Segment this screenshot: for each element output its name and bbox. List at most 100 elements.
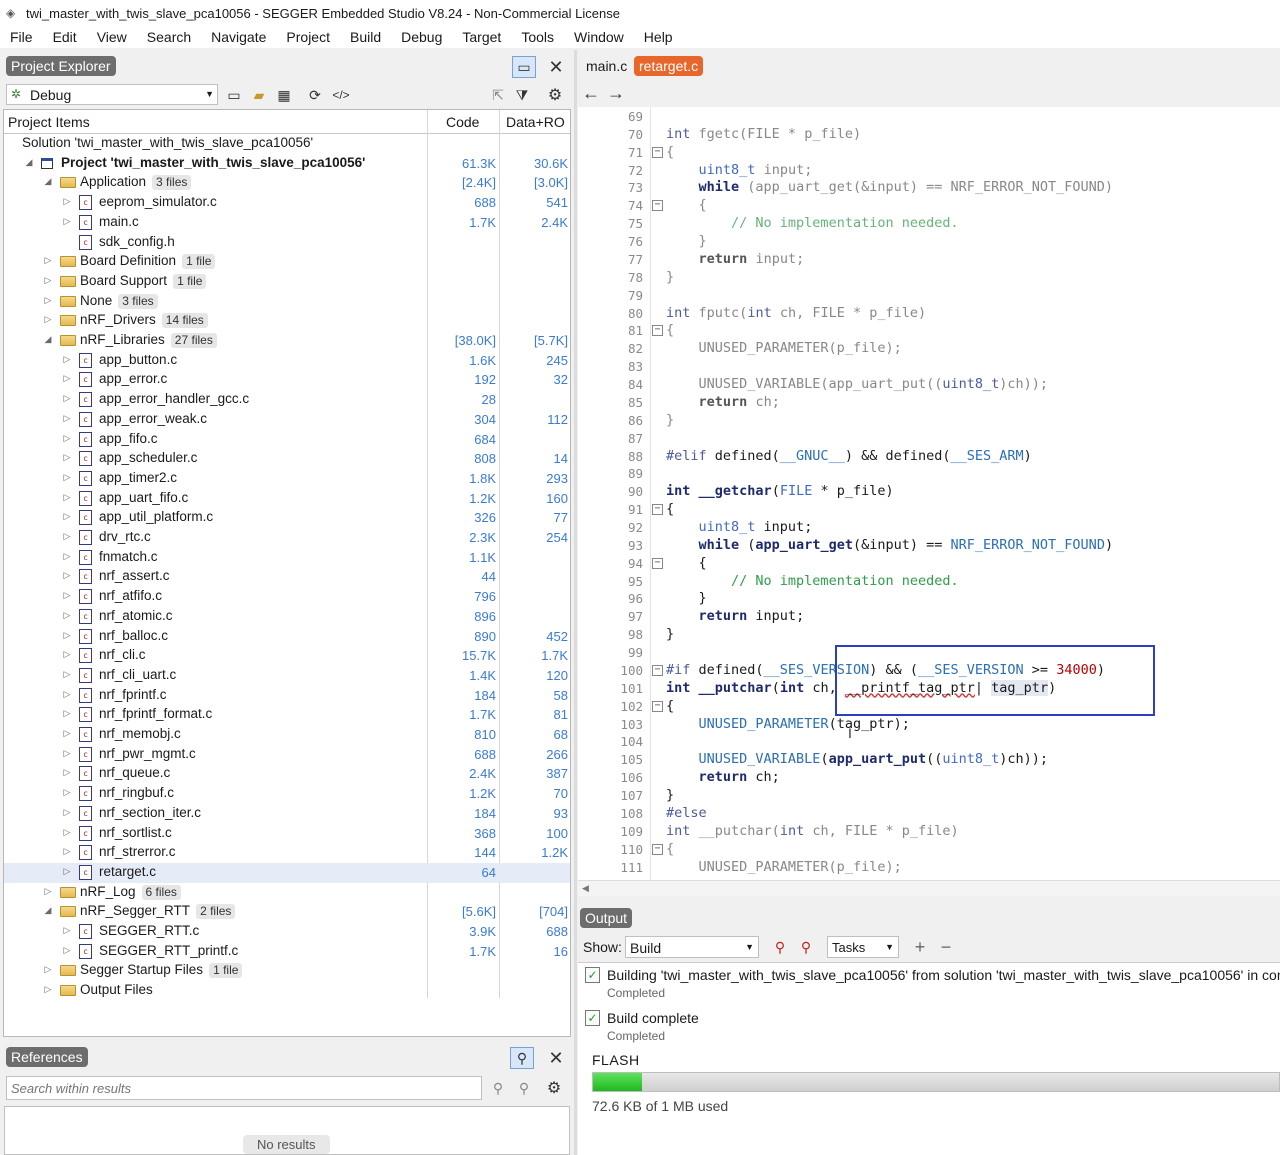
expand-arrow-icon[interactable]: ▷ [62,728,72,739]
menu-debug[interactable]: Debug [391,26,452,48]
expand-arrow-icon[interactable]: ▷ [62,433,72,444]
fold-toggle-icon[interactable]: − [652,664,663,676]
expand-arrow-icon[interactable]: ▷ [62,669,72,680]
references-search-input[interactable] [6,1076,482,1100]
code-line[interactable]: 77 return input; [578,251,1280,269]
code-line[interactable]: 96 } [578,590,1280,608]
tree-item[interactable]: ▷ None 3 files [4,292,570,312]
expand-arrow-icon[interactable]: ▷ [62,807,72,818]
tree-item[interactable]: ▷ Output Files [4,981,570,1001]
refresh-icon[interactable]: ⟳ [305,85,325,105]
expand-arrow-icon[interactable]: ▷ [62,373,72,384]
code-line[interactable]: 88 #elif defined(__GNUC__) && defined(__S… [578,448,1280,466]
settings-gear-icon[interactable]: ⚙ [545,85,565,105]
tree-item[interactable]: ▷ Board Support 1 file [4,272,570,292]
tree-item[interactable]: ▷ c nrf_section_iter.c 184 93 [4,804,570,824]
tree-item[interactable]: ▷ c fnmatch.c 1.1K [4,548,570,568]
code-line[interactable]: 84 UNUSED_VARIABLE(app_uart_put((uint8_t… [578,376,1280,394]
code-line[interactable]: 106 return ch; [578,769,1280,787]
scroll-left-icon[interactable]: ◀ [582,883,589,894]
collapse-arrow-icon[interactable]: ◢ [24,157,34,168]
expand-arrow-icon[interactable]: ▷ [62,393,72,404]
close-icon[interactable]: ✕ [546,57,566,77]
fold-toggle-icon[interactable]: − [652,325,663,337]
code-line[interactable]: 111 UNUSED_PARAMETER(p_file); [578,859,1280,877]
tree-item[interactable]: ▷ c nrf_atfifo.c 796 [4,587,570,607]
expand-arrow-icon[interactable]: ▷ [62,846,72,857]
expand-arrow-icon[interactable]: ▷ [62,354,72,365]
new-window-icon[interactable]: ▭ [224,85,244,105]
fold-toggle-icon[interactable]: − [652,504,663,516]
code-line[interactable]: 79 [578,287,1280,305]
tree-item[interactable]: Solution 'twi_master_with_twis_slave_pca… [4,134,570,154]
expand-arrow-icon[interactable]: ▷ [62,827,72,838]
menu-edit[interactable]: Edit [43,26,87,48]
expand-arrow-icon[interactable]: ▷ [43,886,53,897]
tree-item[interactable]: ▷ c app_util_platform.c 326 77 [4,508,570,528]
expand-arrow-icon[interactable]: ▷ [62,216,72,227]
close-icon[interactable]: ✕ [546,1048,566,1068]
code-line[interactable]: 93 while (app_uart_get(&input) == NRF_ER… [578,537,1280,555]
tree-item[interactable]: ▷ c nrf_fprintf_format.c 1.7K 81 [4,705,570,725]
code-line[interactable]: 90 int __getchar(FILE * p_file) [578,483,1280,501]
tree-item[interactable]: ▷ c app_error.c 192 32 [4,370,570,390]
code-line[interactable]: 94− { [578,555,1280,573]
code-line[interactable]: 82 UNUSED_PARAMETER(p_file); [578,340,1280,358]
tree-item[interactable]: ▷ c nrf_ringbuf.c 1.2K 70 [4,784,570,804]
code-line[interactable]: 97 return input; [578,608,1280,626]
find-references-icon[interactable]: ⚲ [488,1078,508,1098]
expand-arrow-icon[interactable]: ▷ [62,630,72,641]
filter-icon[interactable]: ⧩ [512,85,532,105]
fold-toggle-icon[interactable]: − [652,200,663,212]
expand-arrow-icon[interactable]: ▷ [43,295,53,306]
code-line[interactable]: 87 [578,430,1280,448]
expand-arrow-icon[interactable]: ▷ [62,925,72,936]
tree-item[interactable]: ▷ c app_fifo.c 684 [4,430,570,450]
expand-arrow-icon[interactable]: ▷ [62,196,72,207]
code-line[interactable]: 95 // No implementation needed. [578,573,1280,591]
expand-arrow-icon[interactable]: ▷ [62,511,72,522]
expand-arrow-icon[interactable]: ▷ [62,767,72,778]
expand-arrow-icon[interactable]: ▷ [43,255,53,266]
tree-item[interactable]: ▷ Segger Startup Files 1 file [4,961,570,981]
show-select[interactable]: Build ▼ [625,936,759,958]
code-line[interactable]: 74− { [578,197,1280,215]
fold-toggle-icon[interactable]: − [652,843,663,855]
tree-item[interactable]: c sdk_config.h [4,233,570,253]
menu-view[interactable]: View [87,26,137,48]
code-editor[interactable]: 69 70 int fgetc(FILE * p_file) 71−{72 uint8… [578,107,1280,880]
tasks-select[interactable]: Tasks ▼ [827,936,899,958]
expand-arrow-icon[interactable]: ▷ [62,531,72,542]
back-arrow-icon[interactable]: ← [581,83,601,103]
code-line[interactable]: 105 UNUSED_VARIABLE(app_uart_put((uint8_… [578,751,1280,769]
tree-item[interactable]: ▷ c app_timer2.c 1.8K 293 [4,469,570,489]
menu-build[interactable]: Build [340,26,391,48]
expand-arrow-icon[interactable]: ▷ [62,590,72,601]
tree-item[interactable]: ▷ c nrf_fprintf.c 184 58 [4,686,570,706]
code-line[interactable]: 103 UNUSED_PARAMETER(tag_ptr); [578,716,1280,734]
log-entry[interactable]: ✓ Building 'twi_master_with_twis_slave_p… [578,963,1280,1005]
tree-item[interactable]: ▷ Board Definition 1 file [4,252,570,272]
expand-arrow-icon[interactable]: ▷ [62,610,72,621]
code-line[interactable]: 73 while (app_uart_get(&input) == NRF_ER… [578,179,1280,197]
tree-item[interactable]: ▷ nRF_Log 6 files [4,883,570,903]
code-line[interactable]: 83 [578,358,1280,376]
tree-item[interactable]: ▷ c nrf_pwr_mgmt.c 688 266 [4,745,570,765]
menu-tools[interactable]: Tools [511,26,564,48]
tab-main-c[interactable]: main.c [582,56,631,76]
code-line[interactable]: 107} [578,787,1280,805]
tree-item[interactable]: ▷ c nrf_atomic.c 896 [4,607,570,627]
code-icon[interactable]: </> [331,85,351,105]
tree-item[interactable]: ▷ c nrf_sortlist.c 368 100 [4,824,570,844]
code-line[interactable]: 92 uint8_t input; [578,519,1280,537]
expand-arrow-icon[interactable]: ▷ [62,708,72,719]
fold-toggle-icon[interactable]: − [652,557,663,569]
collapse-icon[interactable]: ⇱ [488,85,508,105]
code-line[interactable]: 71−{ [578,144,1280,162]
tree-item[interactable]: ◢ nRF_Segger_RTT 2 files [5.6K] [704] [4,902,570,922]
code-line[interactable]: 104 [578,733,1280,751]
code-line[interactable]: 91−{ [578,501,1280,519]
output-tab[interactable]: Output [580,908,633,928]
vertical-splitter[interactable] [574,50,577,1155]
tree-item[interactable]: ▷ c nrf_cli_uart.c 1.4K 120 [4,666,570,686]
